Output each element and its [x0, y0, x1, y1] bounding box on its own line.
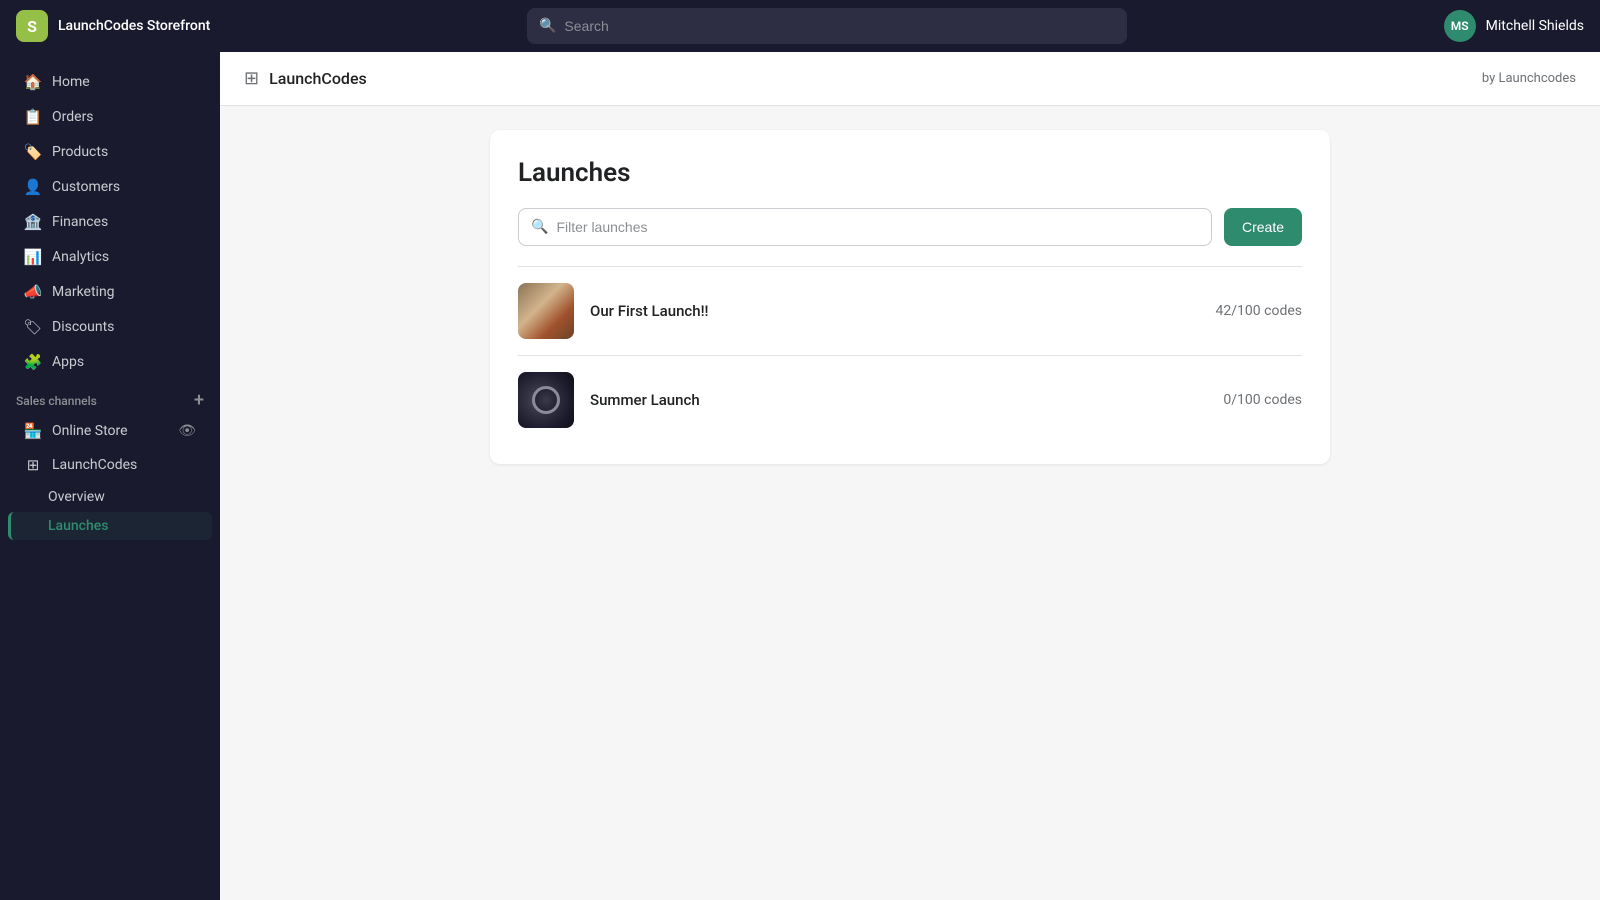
- marketing-label: Marketing: [52, 284, 115, 300]
- sidebar-item-customers[interactable]: 👤 Customers: [8, 170, 212, 204]
- orders-icon: 📋: [24, 108, 42, 126]
- sidebar-item-marketing[interactable]: 📣 Marketing: [8, 275, 212, 309]
- launch-codes-2: 0/100 codes: [1223, 392, 1302, 408]
- apps-icon: 🧩: [24, 353, 42, 371]
- sidebar-item-finances[interactable]: 🏦 Finances: [8, 205, 212, 239]
- search-bar[interactable]: 🔍: [527, 8, 1127, 44]
- launch-name-1: Our First Launch!!: [590, 302, 709, 320]
- discounts-label: Discounts: [52, 319, 114, 335]
- online-store-icon: 🏪: [24, 422, 42, 440]
- layout: 🏠 Home 📋 Orders 🏷️ Products 👤 Customers …: [0, 52, 1600, 900]
- customers-icon: 👤: [24, 178, 42, 196]
- sidebar-subitem-overview[interactable]: Overview: [8, 483, 212, 511]
- launch-thumbnail-1: [518, 283, 574, 339]
- launch-name-2: Summer Launch: [590, 391, 700, 409]
- shopify-logo: S: [16, 10, 48, 42]
- finances-label: Finances: [52, 214, 108, 230]
- sidebar-item-online-store[interactable]: 🏪 Online Store 👁: [8, 415, 212, 447]
- home-label: Home: [52, 74, 90, 90]
- sidebar-item-analytics[interactable]: 📊 Analytics: [8, 240, 212, 274]
- create-button[interactable]: Create: [1224, 208, 1302, 246]
- online-store-label: Online Store: [52, 423, 128, 439]
- topbar-right: MS Mitchell Shields: [1444, 10, 1584, 42]
- card-title: Launches: [518, 158, 1302, 188]
- topbar: S LaunchCodes Storefront 🔍 MS Mitchell S…: [0, 0, 1600, 52]
- analytics-label: Analytics: [52, 249, 109, 265]
- launchcodes-icon: ⊞: [24, 456, 42, 474]
- sales-channels-label: Sales channels +: [0, 380, 220, 414]
- main-content: ⊞ LaunchCodes by Launchcodes Launches 🔍 …: [220, 52, 1600, 900]
- add-sales-channel-button[interactable]: +: [194, 392, 204, 410]
- sidebar-item-apps[interactable]: 🧩 Apps: [8, 345, 212, 379]
- launch-list: Our First Launch!! 42/100 codes Summer L…: [518, 266, 1302, 444]
- finances-icon: 🏦: [24, 213, 42, 231]
- products-icon: 🏷️: [24, 143, 42, 161]
- filter-input-wrapper[interactable]: 🔍: [518, 208, 1212, 246]
- customers-label: Customers: [52, 179, 120, 195]
- search-input[interactable]: [564, 18, 1115, 34]
- page-header-title: LaunchCodes: [269, 69, 367, 88]
- user-name: Mitchell Shields: [1486, 18, 1584, 34]
- launch-thumbnail-2: [518, 372, 574, 428]
- store-name: LaunchCodes Storefront: [58, 18, 210, 34]
- overview-label: Overview: [48, 489, 105, 505]
- launch-item[interactable]: Our First Launch!! 42/100 codes: [518, 266, 1302, 355]
- launch-item[interactable]: Summer Launch 0/100 codes: [518, 355, 1302, 444]
- discounts-icon: 🏷: [24, 318, 42, 336]
- filter-row: 🔍 Create: [518, 208, 1302, 246]
- home-icon: 🏠: [24, 73, 42, 91]
- launch-codes-1: 42/100 codes: [1216, 303, 1302, 319]
- sidebar-item-home[interactable]: 🏠 Home: [8, 65, 212, 99]
- page-by-label: by Launchcodes: [1482, 71, 1576, 86]
- launchcodes-label: LaunchCodes: [52, 457, 137, 473]
- search-icon: 🔍: [539, 18, 556, 34]
- sidebar-item-discounts[interactable]: 🏷 Discounts: [8, 310, 212, 344]
- analytics-icon: 📊: [24, 248, 42, 266]
- topbar-left: S LaunchCodes Storefront: [16, 10, 210, 42]
- marketing-icon: 📣: [24, 283, 42, 301]
- orders-label: Orders: [52, 109, 94, 125]
- filter-launches-input[interactable]: [556, 219, 1199, 235]
- sidebar-item-orders[interactable]: 📋 Orders: [8, 100, 212, 134]
- sidebar-subitem-launches[interactable]: Launches: [8, 512, 212, 540]
- eye-icon[interactable]: 👁: [178, 423, 196, 439]
- filter-search-icon: 🔍: [531, 219, 548, 235]
- launches-card: Launches 🔍 Create Our First Laun: [490, 130, 1330, 464]
- sidebar-item-launchcodes[interactable]: ⊞ LaunchCodes: [8, 448, 212, 482]
- page-header-icon: ⊞: [244, 68, 259, 89]
- sidebar: 🏠 Home 📋 Orders 🏷️ Products 👤 Customers …: [0, 52, 220, 900]
- page-header: ⊞ LaunchCodes by Launchcodes: [220, 52, 1600, 106]
- launches-label: Launches: [48, 518, 108, 534]
- sidebar-item-products[interactable]: 🏷️ Products: [8, 135, 212, 169]
- apps-label: Apps: [52, 354, 84, 370]
- avatar: MS: [1444, 10, 1476, 42]
- products-label: Products: [52, 144, 108, 160]
